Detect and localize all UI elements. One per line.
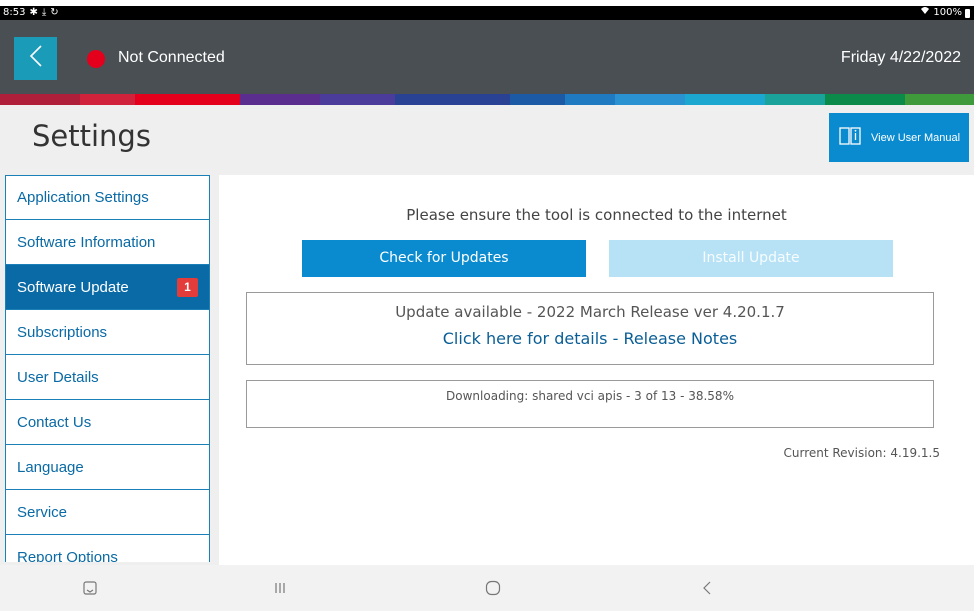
battery-icon [965,8,970,18]
sidebar-item-language[interactable]: Language [5,445,210,490]
download-icon: ⤓ [41,7,47,18]
sidebar-item-software-update[interactable]: Software Update 1 [5,265,210,310]
page-title: Settings [32,119,151,153]
book-icon [839,127,861,148]
sidebar-item-label: Contact Us [17,413,92,431]
sidebar-item-software-information[interactable]: Software Information [5,220,210,265]
software-update-panel: Please ensure the tool is connected to t… [219,175,974,565]
download-status-text: Downloading: shared vci apis - 3 of 13 -… [446,389,734,403]
header-date: Friday 4/22/2022 [840,49,961,66]
sidebar-item-label: Report Options [17,548,118,563]
screenshot-icon[interactable] [78,577,102,599]
clock: 8:53 [3,7,26,18]
recent-apps-icon[interactable] [268,577,292,599]
sidebar-item-user-details[interactable]: User Details [5,355,210,400]
wifi-icon [920,6,930,20]
sidebar-item-label: Subscriptions [17,323,108,341]
android-nav-bar [0,565,974,611]
battery-level: 100% [933,7,962,18]
view-user-manual-label: View User Manual [871,131,961,144]
sidebar-item-report-options[interactable]: Report Options [5,535,210,562]
update-available-box: Update available - 2022 March Release ve… [246,292,934,365]
brand-color-stripe [0,94,974,105]
view-user-manual-button[interactable]: View User Manual [829,113,969,162]
sidebar-item-label: Software Update [17,278,129,296]
app-header: Not Connected Friday 4/22/2022 [0,20,974,94]
sidebar-item-subscriptions[interactable]: Subscriptions [5,310,210,355]
update-available-text: Update available - 2022 March Release ve… [395,303,785,321]
sidebar-item-contact-us[interactable]: Contact Us [5,400,210,445]
settings-sidebar: Application Settings Software Informatio… [5,175,210,562]
download-progress-box: Downloading: shared vci apis - 3 of 13 -… [246,380,934,428]
internet-notice: Please ensure the tool is connected to t… [406,206,787,224]
current-revision: Current Revision: 4.19.1.5 [783,446,940,460]
release-notes-link[interactable]: Click here for details - Release Notes [247,329,933,348]
status-bar: 8:53 ✱ ⤓ ↻ 100% [0,6,974,20]
sync-icon: ↻ [50,7,59,18]
gear-icon: ✱ [29,7,38,18]
status-bar-left: 8:53 ✱ ⤓ ↻ [3,6,59,20]
sidebar-item-label: Application Settings [17,189,149,206]
connection-status-indicator [87,50,105,68]
home-icon[interactable] [481,577,505,599]
sidebar-item-label: Language [17,458,84,476]
back-button[interactable] [14,37,57,80]
sidebar-item-label: Service [17,503,68,521]
sidebar-item-service[interactable]: Service [5,490,210,535]
update-count-badge: 1 [177,278,198,297]
connection-status-text: Not Connected [118,49,225,66]
back-nav-icon[interactable] [695,577,719,599]
status-bar-right: 100% [920,6,970,20]
sidebar-item-application-settings[interactable]: Application Settings [5,175,210,220]
sidebar-item-label: Software Information [17,233,156,251]
check-for-updates-button[interactable]: Check for Updates [302,240,586,277]
sidebar-item-label: User Details [17,368,99,386]
settings-title-bar: Settings View User Manual [0,105,974,167]
install-update-button[interactable]: Install Update [609,240,893,277]
chevron-left-icon [29,44,43,73]
